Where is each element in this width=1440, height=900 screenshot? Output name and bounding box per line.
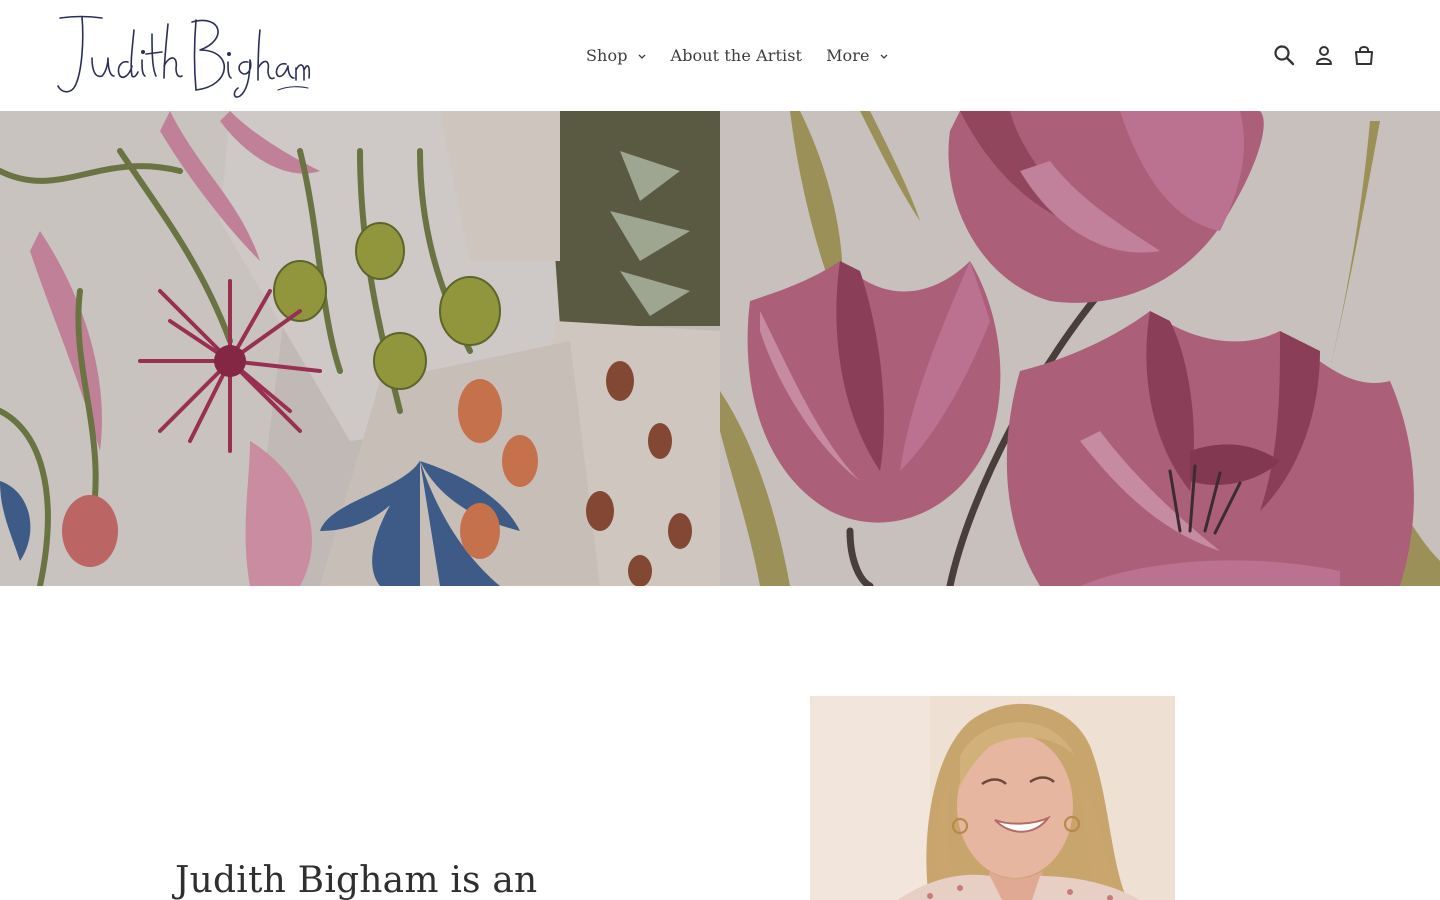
hero-banner <box>0 111 1440 586</box>
nav-more-label: More <box>826 45 870 65</box>
nav-about-label: About the Artist <box>670 45 803 65</box>
nav-shop-label: Shop <box>586 45 628 65</box>
nav-about-the-artist[interactable]: About the Artist <box>671 46 803 65</box>
site-header: Judith Bigham <box>0 0 1440 111</box>
logo[interactable]: Judith Bigham <box>52 10 310 102</box>
chevron-down-icon <box>637 51 647 61</box>
main-nav: Shop About the Artist More <box>586 42 889 68</box>
artist-portrait <box>810 696 1175 900</box>
chevron-down-icon <box>879 51 889 61</box>
artist-portrait-image <box>810 696 1175 900</box>
search-icon[interactable] <box>1272 43 1296 67</box>
botanical-papers-artwork <box>0 111 720 586</box>
hero-image-botanical-papers <box>0 111 720 586</box>
logo-signature <box>57 15 310 98</box>
nav-shop[interactable]: Shop <box>586 46 647 65</box>
hero-image-pink-tulips <box>720 111 1440 586</box>
pink-tulips-artwork <box>720 111 1440 586</box>
intro-heading: Judith Bigham is an <box>175 860 538 900</box>
cart-icon[interactable] <box>1352 43 1376 67</box>
artist-intro-section: Judith Bigham is an <box>0 586 1440 900</box>
header-icons <box>1272 42 1376 68</box>
nav-more[interactable]: More <box>826 46 889 65</box>
account-icon[interactable] <box>1312 43 1336 67</box>
